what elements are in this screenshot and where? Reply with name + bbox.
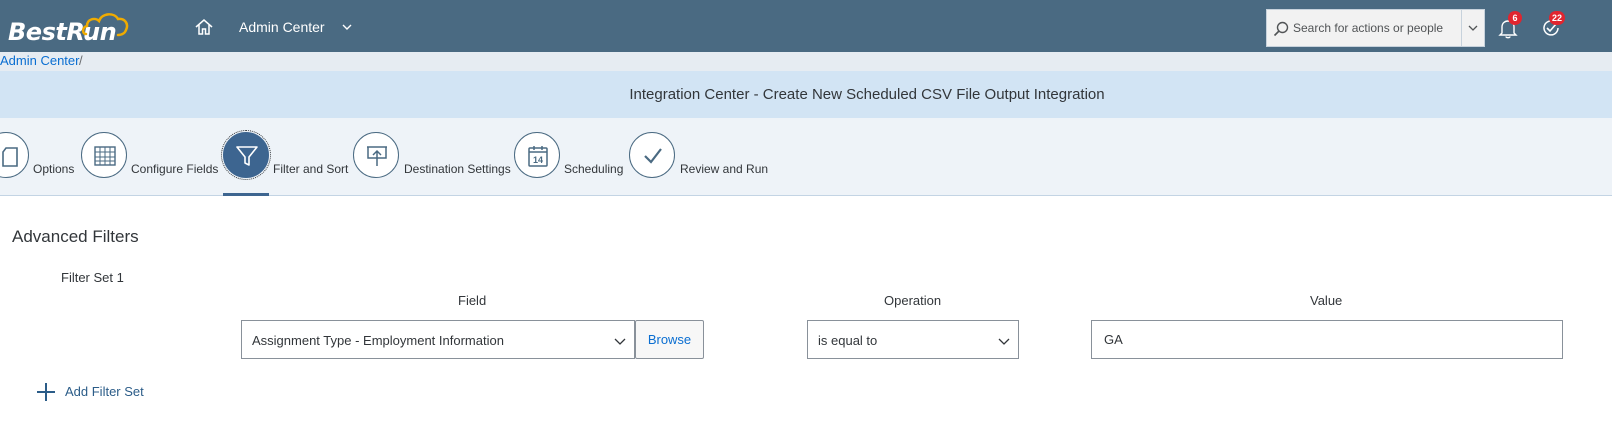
operation-column-header: Operation — [884, 293, 942, 308]
search-field[interactable] — [1266, 9, 1485, 47]
step-options-button[interactable] — [0, 132, 29, 178]
chevron-down-icon[interactable] — [340, 20, 354, 34]
logo-cloud-icon — [81, 13, 129, 37]
step-destination-settings-label[interactable]: Destination Settings — [404, 162, 511, 176]
add-filter-set-label: Add Filter Set — [65, 384, 144, 399]
calendar-day: 14 — [533, 155, 543, 165]
step-review-and-run-label[interactable]: Review and Run — [680, 162, 768, 176]
browse-button[interactable]: Browse — [635, 320, 704, 359]
operation-select-value: is equal to — [818, 333, 878, 348]
breadcrumb-admin-center[interactable]: Admin Center — [0, 53, 79, 68]
filter-set-label: Filter Set 1 — [61, 270, 124, 285]
wizard-steps: Options Configure Fields Filter and Sort… — [0, 118, 1612, 196]
breadcrumb: Admin Center / — [0, 52, 1612, 71]
search-dropdown-chevron-icon[interactable] — [1466, 21, 1480, 35]
search-icon[interactable] — [1273, 21, 1289, 37]
step-review-and-run-button[interactable] — [629, 132, 675, 178]
step-scheduling-button[interactable]: 14 — [514, 132, 560, 178]
advanced-filters-title: Advanced Filters — [12, 227, 139, 246]
page-title: Integration Center - Create New Schedule… — [629, 86, 1105, 103]
step-configure-fields-label[interactable]: Configure Fields — [131, 162, 218, 176]
shell-bar: BestRun Admin Center 6 22 — [0, 0, 1612, 52]
step-destination-settings-button[interactable] — [353, 132, 399, 178]
step-configure-fields-button[interactable] — [81, 132, 127, 178]
shell-title[interactable]: Admin Center — [239, 19, 325, 35]
document-icon — [2, 147, 18, 167]
field-select-value: Assignment Type - Employment Information — [252, 333, 504, 348]
step-filter-and-sort-label[interactable]: Filter and Sort — [273, 162, 348, 176]
active-step-indicator — [223, 193, 269, 196]
todo-badge: 22 — [1549, 11, 1566, 25]
notifications-badge: 6 — [1508, 11, 1522, 25]
value-input[interactable] — [1091, 320, 1563, 359]
upload-board-icon — [367, 146, 387, 166]
step-scheduling-label[interactable]: Scheduling — [564, 162, 623, 176]
search-divider — [1461, 10, 1462, 46]
home-icon[interactable] — [193, 16, 215, 38]
filter-icon — [236, 146, 258, 166]
operation-select[interactable]: is equal to — [807, 320, 1019, 359]
search-input[interactable] — [1293, 10, 1461, 46]
checkmark-icon — [644, 148, 662, 164]
field-column-header: Field — [458, 293, 487, 308]
grid-icon — [94, 146, 116, 166]
value-column-header: Value — [1310, 293, 1343, 308]
bestrun-logo[interactable]: BestRun — [8, 8, 129, 46]
chevron-down-icon — [998, 338, 1010, 345]
plus-icon — [37, 383, 55, 401]
step-options-label[interactable]: Options — [33, 162, 74, 176]
step-filter-and-sort-button[interactable] — [221, 130, 271, 180]
field-select[interactable]: Assignment Type - Employment Information — [241, 320, 635, 359]
calendar-icon: 14 — [528, 146, 548, 167]
breadcrumb-separator: / — [79, 53, 83, 68]
chevron-down-icon — [614, 338, 626, 345]
page-header: Integration Center - Create New Schedule… — [0, 71, 1612, 118]
